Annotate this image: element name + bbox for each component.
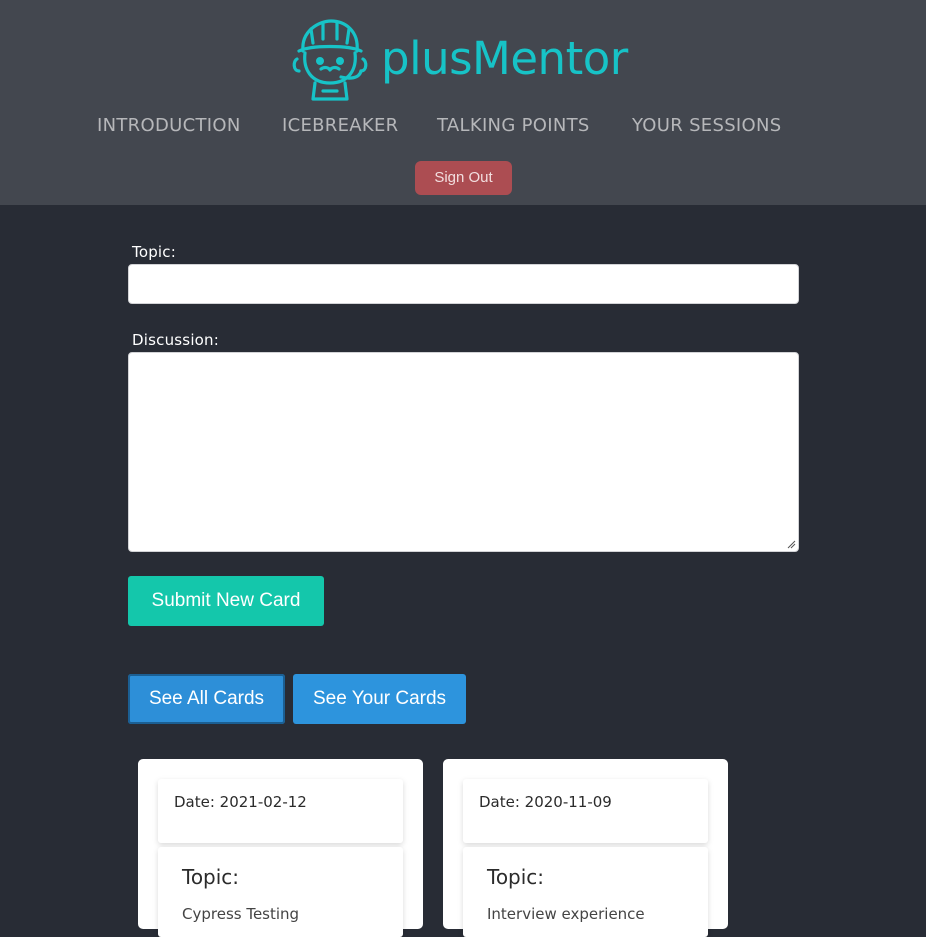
- sign-out-button[interactable]: Sign Out: [415, 161, 512, 195]
- card-body: Topic: Interview experience: [463, 847, 708, 937]
- card-header: Date: 2021-02-12: [158, 779, 403, 843]
- see-your-cards-button[interactable]: See Your Cards: [293, 674, 466, 724]
- mentor-mascot-icon: [292, 19, 368, 101]
- talking-point-card[interactable]: Date: 2021-02-12 Topic: Cypress Testing: [138, 759, 423, 937]
- nav-your-sessions[interactable]: YOUR SESSIONS: [632, 113, 782, 139]
- discussion-textarea[interactable]: [128, 352, 799, 552]
- card-topic-label: Topic:: [182, 865, 240, 889]
- brand-logo[interactable]: plusMentor: [289, 17, 639, 103]
- talking-point-card[interactable]: Date: 2020-11-09 Topic: Interview experi…: [443, 759, 728, 937]
- resize-grip-icon[interactable]: [787, 540, 796, 549]
- card-date: Date: 2021-02-12: [174, 793, 307, 811]
- nav-introduction[interactable]: INTRODUCTION: [97, 113, 241, 139]
- main-nav: INTRODUCTION ICEBREAKER TALKING POINTS Y…: [0, 113, 926, 139]
- see-all-cards-button[interactable]: See All Cards: [128, 674, 285, 724]
- card-date: Date: 2020-11-09: [479, 793, 612, 811]
- site-header: plusMentor INTRODUCTION ICEBREAKER TALKI…: [0, 0, 926, 205]
- card-topic-label: Topic:: [487, 865, 545, 889]
- topic-label: Topic:: [132, 243, 176, 261]
- card-topic-value: Cypress Testing: [182, 905, 300, 923]
- card-topic-value: Interview experience: [487, 905, 645, 923]
- card-body: Topic: Cypress Testing: [158, 847, 403, 937]
- nav-icebreaker[interactable]: ICEBREAKER: [282, 113, 398, 139]
- card-header: Date: 2020-11-09: [463, 779, 708, 843]
- brand-name: plusMentor: [381, 32, 628, 85]
- submit-new-card-button[interactable]: Submit New Card: [128, 576, 324, 626]
- discussion-label: Discussion:: [132, 331, 220, 349]
- topic-input[interactable]: [128, 264, 799, 304]
- nav-talking-points[interactable]: TALKING POINTS: [437, 113, 590, 139]
